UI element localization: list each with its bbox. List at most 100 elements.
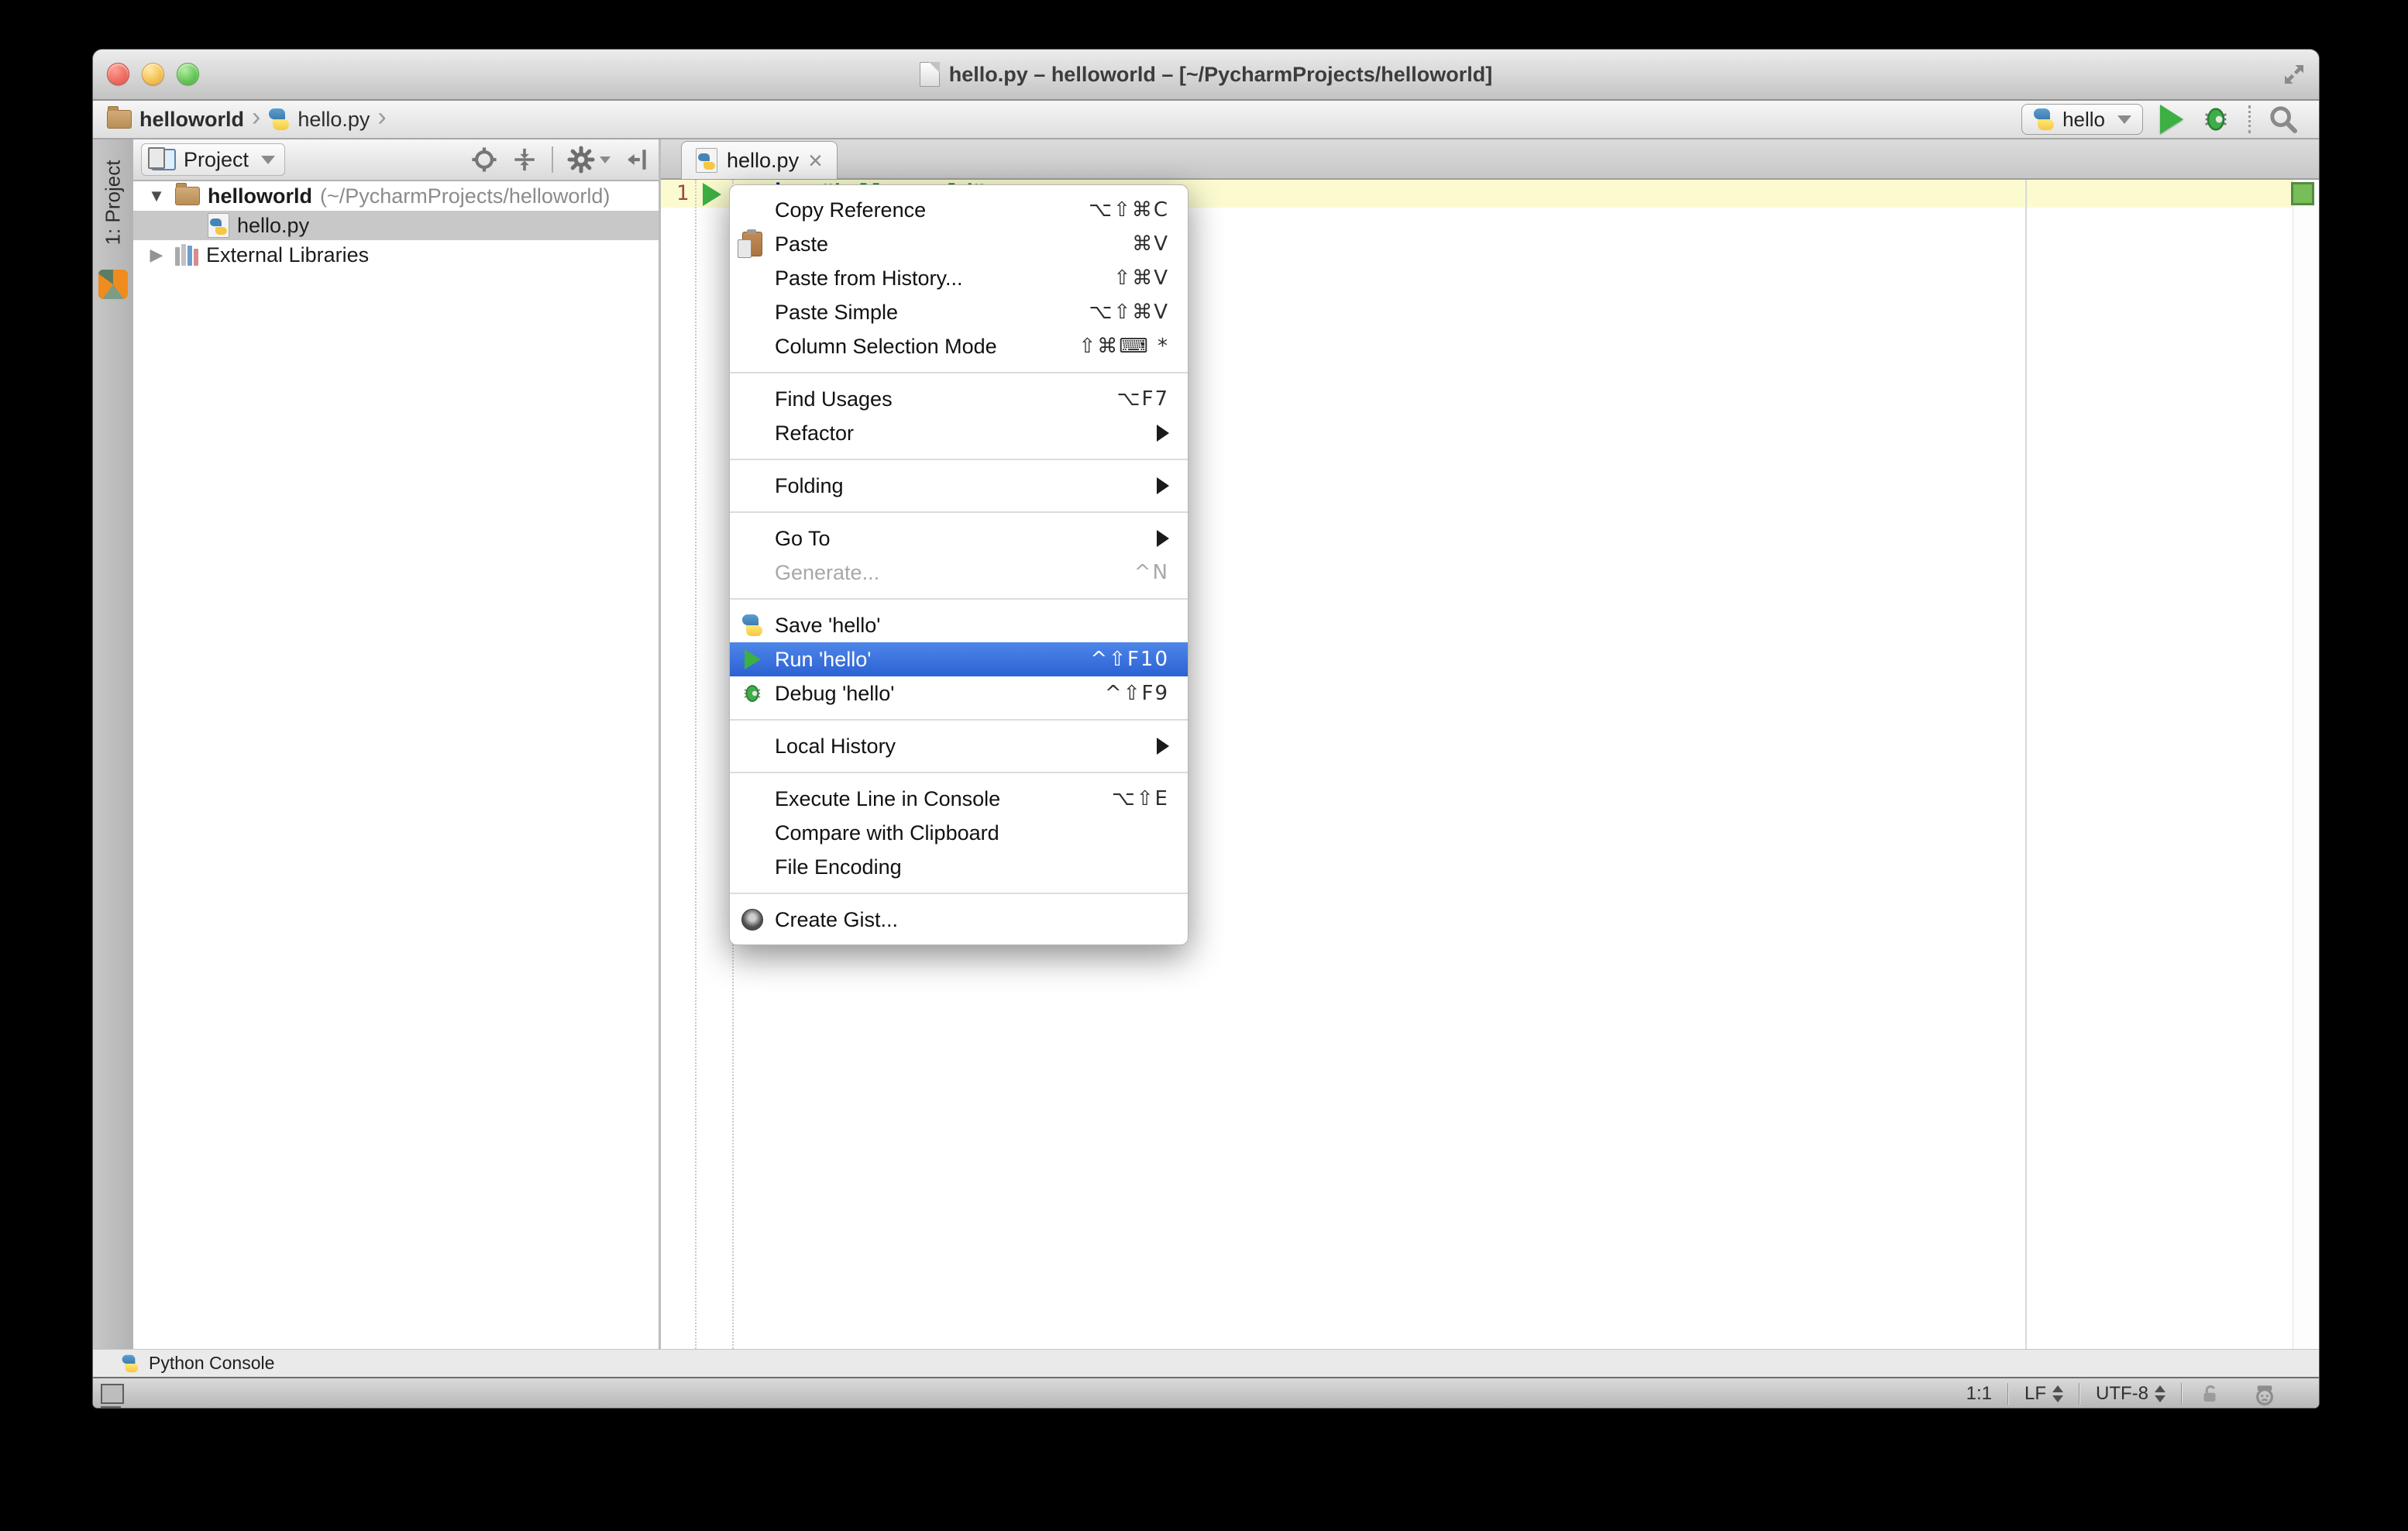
collapse-all-button[interactable]: [511, 146, 538, 173]
menu-item-refactor[interactable]: Refactor: [730, 416, 1188, 450]
menu-item-execute-line-in-console[interactable]: Execute Line in Console ⌥⇧E: [730, 782, 1188, 816]
settings-gear-button[interactable]: [567, 146, 611, 174]
breadcrumb-file[interactable]: hello.py: [268, 108, 370, 132]
chevron-down-icon: [261, 155, 276, 164]
menu-item-find-usages[interactable]: Find Usages ⌥F7: [730, 382, 1188, 416]
title-bar[interactable]: hello.py – helloworld – [~/PycharmProjec…: [93, 50, 2319, 101]
chevron-down-icon: [600, 156, 611, 163]
project-tool-window: Project ▼ helloworld (~/PycharmProjects/…: [133, 139, 659, 1349]
editor-gutter: 1: [661, 180, 734, 1349]
submenu-arrow-icon: [1157, 425, 1169, 442]
python-console-button[interactable]: Python Console: [149, 1353, 274, 1374]
search-everywhere-button[interactable]: [2268, 104, 2299, 135]
editor-scrollbar[interactable]: [2293, 180, 2319, 1349]
project-tool-window-button[interactable]: 1: Project: [93, 144, 133, 260]
project-view-label: Project: [184, 147, 249, 171]
expand-arrow-icon[interactable]: ▼: [146, 186, 167, 206]
python-file-icon: [268, 108, 290, 130]
python-icon: [741, 614, 763, 636]
python-console-icon: [122, 1354, 139, 1372]
submenu-arrow-icon: [1157, 477, 1169, 494]
menu-item-column-selection-mode[interactable]: Column Selection Mode ⇧⌘⌨ *: [730, 329, 1188, 363]
close-tab-icon[interactable]: ×: [808, 148, 823, 173]
locate-file-button[interactable]: [471, 146, 497, 173]
tree-root-label: helloworld: [208, 184, 312, 208]
menu-item-save-hello[interactable]: Save 'hello': [730, 608, 1188, 642]
breadcrumb-file-label: hello.py: [298, 107, 370, 131]
run-toolbar: hello: [2021, 104, 2319, 135]
menu-separator: [730, 772, 1188, 773]
menu-item-file-encoding[interactable]: File Encoding: [730, 850, 1188, 884]
project-panel-actions: [471, 146, 651, 174]
menu-separator: [730, 598, 1188, 600]
menu-separator: [730, 893, 1188, 894]
project-view-icon: [148, 147, 176, 170]
tree-row-file-selected[interactable]: hello.py: [133, 211, 659, 240]
menu-item-run-hello[interactable]: Run 'hello' ^⇧F10: [730, 642, 1188, 676]
folder-icon: [175, 183, 200, 205]
menu-separator: [730, 511, 1188, 513]
menu-item-paste[interactable]: Paste ⌘V: [730, 227, 1188, 261]
readonly-lock-widget[interactable]: [2183, 1378, 2237, 1408]
window-title: hello.py – helloworld – [~/PycharmProjec…: [948, 62, 1493, 86]
breadcrumb-project[interactable]: helloworld: [107, 106, 244, 132]
project-view-select[interactable]: Project: [141, 143, 286, 176]
submenu-arrow-icon: [1157, 530, 1169, 547]
collapse-arrow-icon[interactable]: ▶: [146, 245, 167, 265]
editor-tab-strip: hello.py ×: [661, 139, 2319, 180]
menu-separator: [730, 372, 1188, 373]
menu-item-folding[interactable]: Folding: [730, 469, 1188, 503]
caret-position-widget[interactable]: 1:1: [1951, 1378, 2007, 1408]
paste-icon: [738, 229, 762, 258]
menu-item-go-to[interactable]: Go To: [730, 521, 1188, 556]
libraries-icon: [175, 244, 198, 266]
python-file-icon: [696, 148, 717, 173]
menu-item-debug-hello[interactable]: Debug 'hello' ^⇧F9: [730, 676, 1188, 710]
tree-row-external-libraries[interactable]: ▶ External Libraries: [133, 240, 659, 270]
breadcrumb-project-label: helloworld: [139, 107, 244, 131]
debug-bug-icon: [730, 682, 775, 705]
breadcrumb: helloworld › hello.py ›: [93, 102, 387, 132]
menu-item-copy-reference[interactable]: Copy Reference ⌥⇧⌘C: [730, 193, 1188, 227]
line-separator-widget[interactable]: LF: [2009, 1378, 2079, 1408]
submenu-arrow-icon: [1157, 738, 1169, 755]
menu-item-local-history[interactable]: Local History: [730, 729, 1188, 763]
menu-item-generate: Generate... ^N: [775, 560, 1169, 585]
menu-item-paste-simple[interactable]: Paste Simple ⌥⇧⌘V: [730, 295, 1188, 329]
inspection-status-square[interactable]: [2291, 182, 2314, 205]
run-configuration-select[interactable]: hello: [2021, 104, 2143, 135]
project-tree: ▼ helloworld (~/PycharmProjects/hellowor…: [133, 181, 659, 270]
tree-row-root[interactable]: ▼ helloworld (~/PycharmProjects/hellowor…: [133, 181, 659, 211]
toolwindow-toggle-icon[interactable]: [101, 1384, 124, 1408]
chevron-right-icon: ›: [252, 102, 261, 132]
menu-separator: [730, 719, 1188, 721]
project-tool-window-label: 1: Project: [101, 160, 125, 245]
encoding-widget[interactable]: UTF-8: [2080, 1378, 2181, 1408]
tree-file-label: hello.py: [237, 213, 310, 237]
run-line-icon[interactable]: [703, 183, 721, 206]
toolbar-separator: [2248, 105, 2251, 133]
external-libraries-label: External Libraries: [206, 243, 370, 267]
bottom-tool-window-bar: Python Console: [93, 1349, 2319, 1377]
document-icon: [919, 62, 940, 87]
run-button[interactable]: [2160, 105, 2183, 134]
highlighting-level-widget[interactable]: [2237, 1378, 2293, 1408]
run-configuration-label: hello: [2062, 107, 2105, 131]
chevron-right-icon: ›: [377, 102, 387, 132]
status-widgets: 1:1 LF UTF-8: [1951, 1378, 2319, 1408]
folder-icon: [107, 106, 132, 129]
main-area: 1: Project Project ▼ helloworld (~/Pycha…: [93, 139, 2319, 1349]
menu-item-paste-from-history[interactable]: Paste from History... ⇧⌘V: [730, 261, 1188, 295]
pycharm-icon[interactable]: [98, 270, 128, 299]
fullscreen-icon[interactable]: [2280, 60, 2308, 88]
pycharm-window: hello.py – helloworld – [~/PycharmProjec…: [93, 50, 2319, 1408]
debug-button[interactable]: [2200, 104, 2231, 135]
github-gist-icon: [741, 909, 763, 931]
editor-context-menu: Copy Reference ⌥⇧⌘C Paste ⌘V Paste from Hi…: [729, 184, 1189, 945]
python-icon: [2033, 108, 2055, 130]
status-bar: 1:1 LF UTF-8: [93, 1377, 2319, 1408]
menu-item-compare-with-clipboard[interactable]: Compare with Clipboard: [730, 816, 1188, 850]
hide-panel-button[interactable]: [624, 146, 651, 173]
menu-item-create-gist[interactable]: Create Gist...: [730, 903, 1188, 937]
tab-hello-py[interactable]: hello.py ×: [681, 141, 838, 179]
